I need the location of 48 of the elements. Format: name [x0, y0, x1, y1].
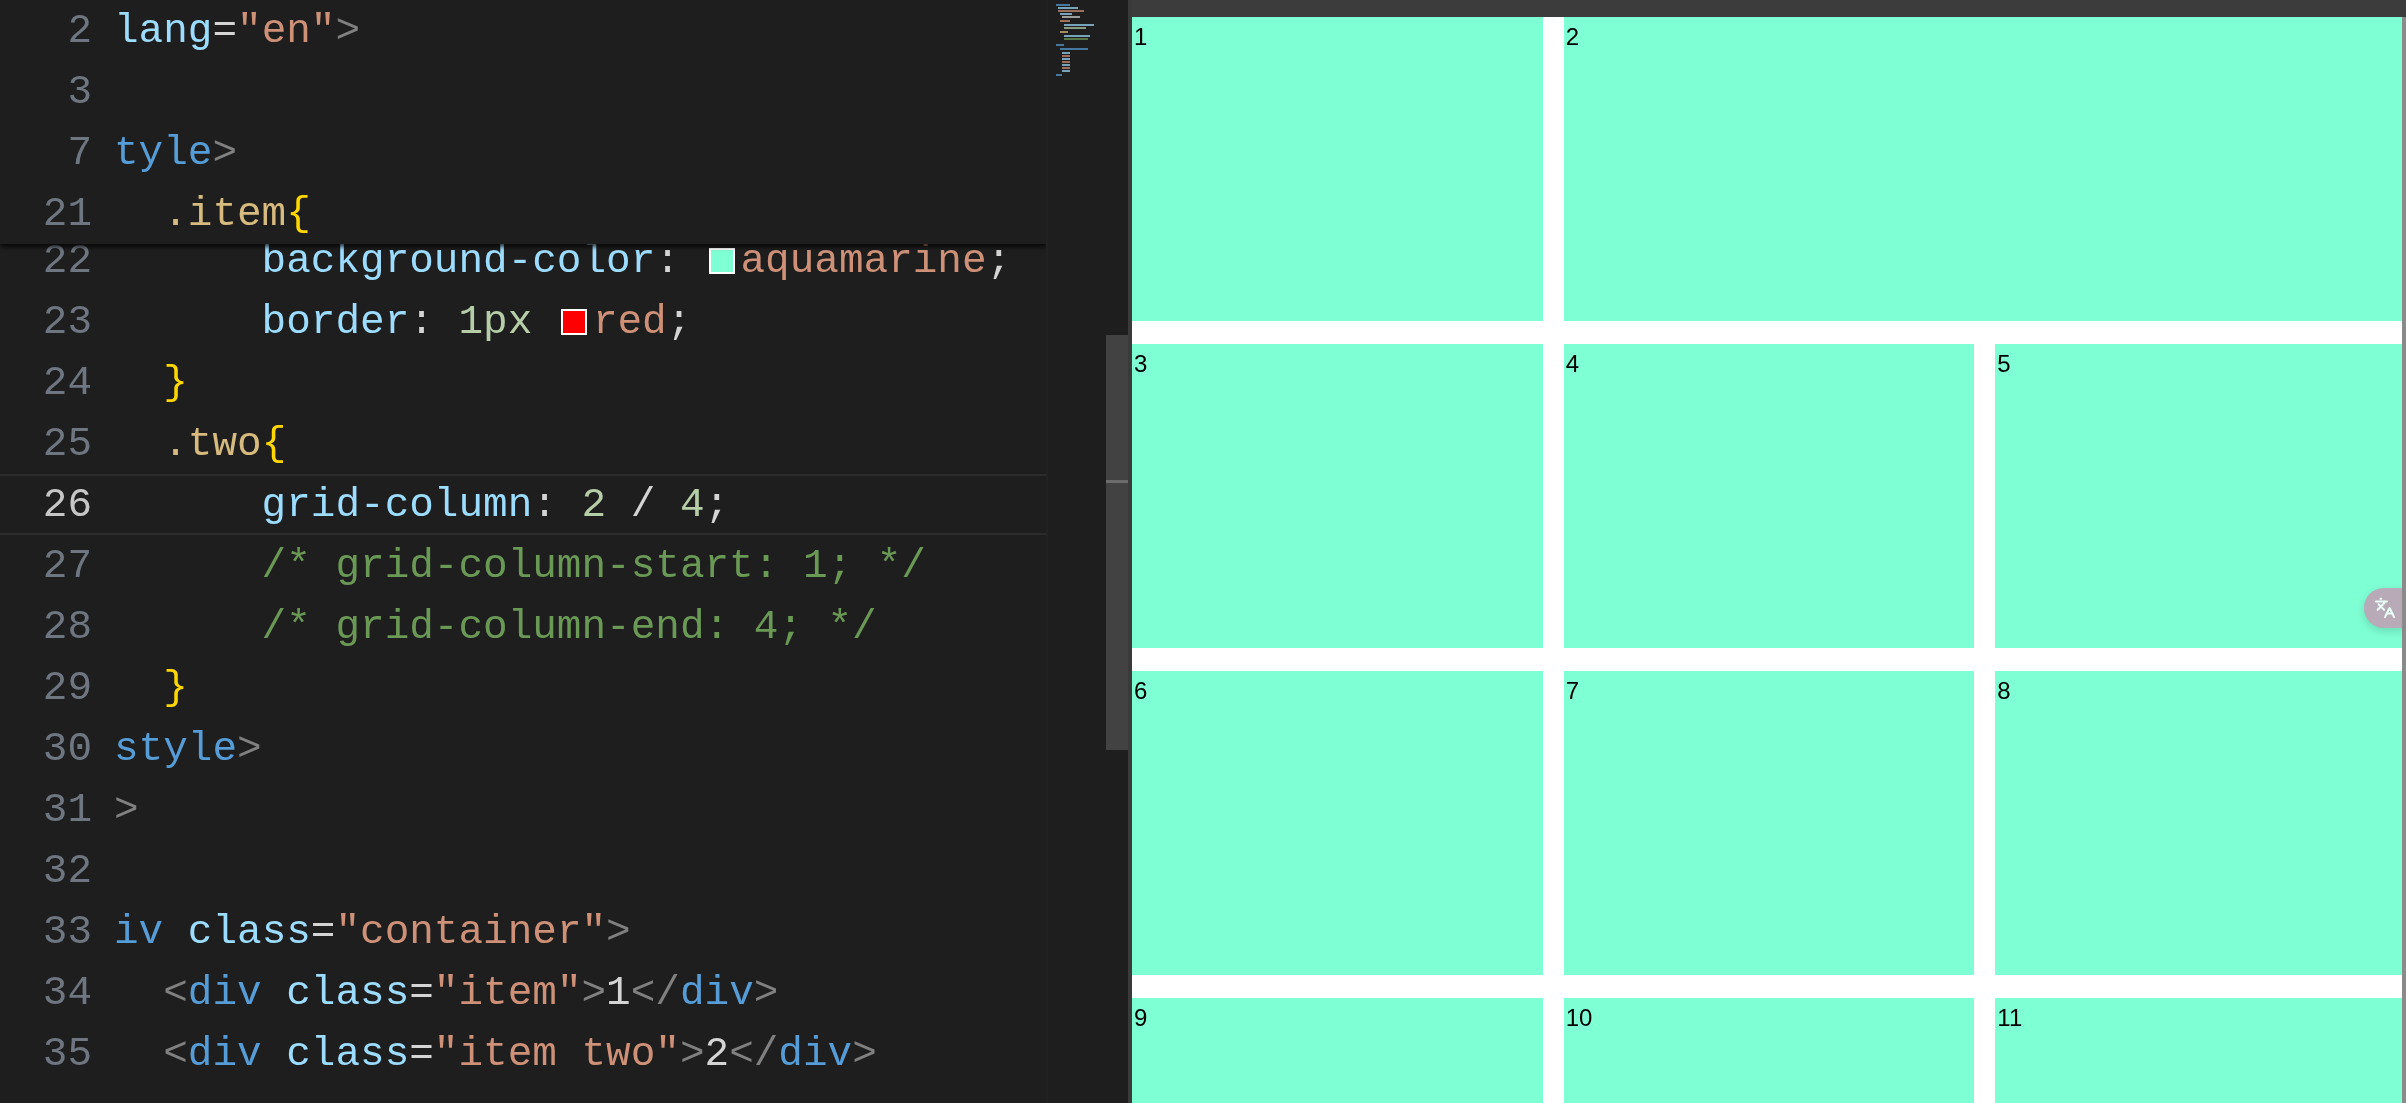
- line-number: 32: [41, 847, 92, 894]
- grid-item: 3: [1132, 344, 1543, 648]
- cursor-marker: [1106, 480, 1128, 483]
- line-number: 33: [41, 908, 92, 955]
- color-swatch[interactable]: [708, 247, 735, 274]
- code-text: red;: [592, 298, 692, 345]
- scrollbar-thumb[interactable]: [1106, 335, 1128, 750]
- line-number: 22: [41, 237, 92, 284]
- line-number: 26: [41, 481, 92, 528]
- line-number: 24: [41, 359, 92, 406]
- code-text: tyle>: [114, 129, 238, 176]
- line-number: 29: [41, 664, 92, 711]
- code-text: /* grid-column-end: 4; */: [260, 603, 877, 650]
- grid-item: 7: [1563, 671, 1975, 975]
- grid-item: 9: [1132, 998, 1543, 1103]
- code-text: <div class="item two">2</div>: [162, 1030, 877, 1077]
- code-text: }: [162, 359, 188, 406]
- line-number: 25: [41, 420, 92, 467]
- code-text: lang="en">: [114, 7, 361, 54]
- grid-item: 1: [1132, 17, 1543, 321]
- line-number: 23: [41, 298, 92, 345]
- code-text: .two{: [162, 420, 287, 467]
- code-text: aquamarine;: [740, 237, 1012, 284]
- grid-item: 6: [1132, 671, 1543, 975]
- code-text: border: 1px: [260, 298, 534, 345]
- code-text: /* grid-column-start: 1; */: [260, 542, 926, 589]
- line-number: 30: [41, 725, 92, 772]
- line-number: 35: [41, 1030, 92, 1077]
- translate-icon: [2374, 597, 2396, 619]
- code-text: style>: [114, 725, 262, 772]
- line-number: 7: [66, 129, 92, 176]
- code-text: >: [114, 786, 139, 833]
- grid-item: 10: [1563, 998, 1975, 1103]
- code-text: grid-column: 2 / 4;: [260, 481, 730, 528]
- code-text: iv class="container">: [114, 908, 631, 955]
- code-text: background-color:: [260, 237, 681, 284]
- line-number: 34: [41, 969, 92, 1016]
- code-text: .item{: [162, 190, 311, 237]
- code-text: <div class="item">1</div>: [162, 969, 779, 1016]
- line-number: 3: [66, 68, 92, 115]
- color-swatch[interactable]: [560, 308, 587, 335]
- line-number: 28: [41, 603, 92, 650]
- code-text: }: [162, 664, 188, 711]
- line-number: 2: [66, 7, 92, 54]
- grid-item: 4: [1563, 344, 1975, 648]
- line-number: 31: [41, 786, 92, 833]
- line-number: 27: [41, 542, 92, 589]
- line-number: 21: [41, 190, 92, 237]
